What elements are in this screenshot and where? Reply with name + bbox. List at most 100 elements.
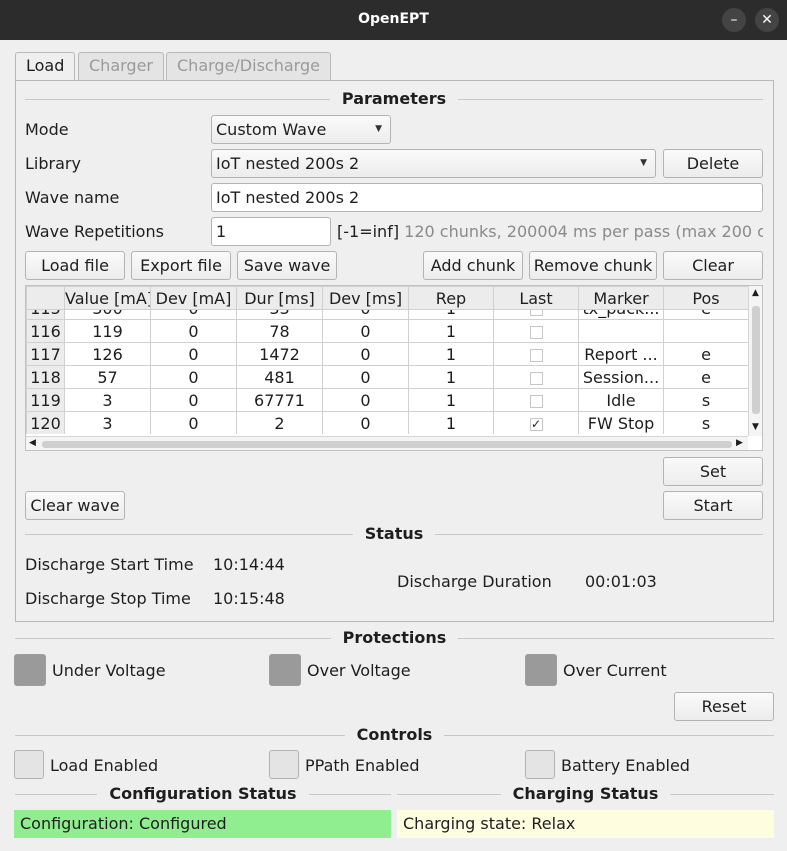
delete-button[interactable]: Delete	[663, 149, 763, 178]
rep-cell[interactable]: 1	[408, 365, 494, 389]
rep-cell[interactable]: 1	[408, 310, 494, 320]
table-row[interactable]: 120 3 0 2 0 1 ✓ FW Stop s	[26, 411, 748, 434]
library-select[interactable]: IoT nested 200s 2 ▼	[211, 149, 656, 178]
scroll-left-icon[interactable]: ◀	[29, 438, 36, 448]
column-header[interactable]: Last	[493, 286, 579, 310]
duration-cell[interactable]: 481	[236, 365, 323, 389]
column-header[interactable]: Dev [ms]	[322, 286, 409, 310]
table-row[interactable]: 116 119 0 78 0 1	[26, 319, 748, 343]
last-checkbox[interactable]	[529, 394, 543, 408]
last-cell[interactable]	[493, 388, 579, 412]
table-row[interactable]: 119 3 0 67771 0 1 Idle s	[26, 388, 748, 412]
marker-cell[interactable]: Session...	[578, 365, 664, 389]
horizontal-scrollbar[interactable]: ◀ ▶	[26, 436, 748, 450]
close-button[interactable]: ✕	[755, 8, 779, 32]
last-cell[interactable]	[493, 342, 579, 366]
duration-cell[interactable]: 33	[236, 310, 323, 320]
load-file-button[interactable]: Load file	[25, 251, 125, 280]
value-cell[interactable]: 119	[64, 319, 151, 343]
last-cell[interactable]	[493, 319, 579, 343]
marker-cell[interactable]	[578, 319, 664, 343]
dev-ma-cell[interactable]: 0	[150, 411, 237, 434]
vertical-scrollbar[interactable]: ▲ ▼	[748, 286, 762, 436]
marker-cell[interactable]: Report ...	[578, 342, 664, 366]
dev-ma-cell[interactable]: 0	[150, 388, 237, 412]
value-cell[interactable]: 3	[64, 388, 151, 412]
table-row[interactable]: 118 57 0 481 0 1 Session... e	[26, 365, 748, 389]
row-id[interactable]: 116	[26, 319, 65, 343]
minimize-button[interactable]: –	[722, 8, 746, 32]
pos-cell[interactable]: s	[663, 411, 748, 434]
scroll-down-icon[interactable]: ▼	[752, 422, 759, 432]
value-cell[interactable]: 57	[64, 365, 151, 389]
dev-ms-cell[interactable]: 0	[322, 319, 409, 343]
dev-ma-cell[interactable]: 0	[150, 310, 237, 320]
dev-ms-cell[interactable]: 0	[322, 388, 409, 412]
last-cell[interactable]	[493, 310, 579, 320]
dev-ms-cell[interactable]: 0	[322, 310, 409, 320]
column-header[interactable]: Marker	[578, 286, 664, 310]
marker-cell[interactable]: FW Stop	[578, 411, 664, 434]
table-row[interactable]: 11530003301tx_pack...e	[26, 310, 748, 320]
last-cell[interactable]: ✓	[493, 411, 579, 434]
dev-ma-cell[interactable]: 0	[150, 319, 237, 343]
dev-ma-cell[interactable]: 0	[150, 365, 237, 389]
pos-cell[interactable]: e	[663, 342, 748, 366]
load-enabled-toggle[interactable]	[14, 750, 44, 779]
last-cell[interactable]	[493, 365, 579, 389]
dev-ms-cell[interactable]: 0	[322, 342, 409, 366]
duration-cell[interactable]: 78	[236, 319, 323, 343]
scroll-right-icon[interactable]: ▶	[736, 438, 743, 448]
rep-cell[interactable]: 1	[408, 342, 494, 366]
pos-cell[interactable]: e	[663, 365, 748, 389]
column-header[interactable]: Pos	[663, 286, 749, 310]
rep-cell[interactable]: 1	[408, 319, 494, 343]
mode-select[interactable]: Custom Wave ▼	[211, 115, 391, 144]
marker-cell[interactable]: tx_pack...	[578, 310, 664, 320]
tab-load[interactable]: Load	[15, 52, 76, 81]
duration-cell[interactable]: 2	[236, 411, 323, 434]
save-wave-button[interactable]: Save wave	[237, 251, 337, 280]
clear-button[interactable]: Clear	[663, 251, 763, 280]
duration-cell[interactable]: 67771	[236, 388, 323, 412]
value-cell[interactable]: 126	[64, 342, 151, 366]
chunk-table[interactable]: Value [mA] Dev [mA] Dur [ms] Dev [ms] Re…	[25, 285, 763, 451]
duration-cell[interactable]: 1472	[236, 342, 323, 366]
row-id[interactable]: 118	[26, 365, 65, 389]
tab-charger[interactable]: Charger	[78, 52, 164, 80]
dev-ms-cell[interactable]: 0	[322, 365, 409, 389]
vertical-scroll-thumb[interactable]	[752, 306, 760, 414]
column-header[interactable]: Dev [mA]	[150, 286, 237, 310]
pos-cell[interactable]	[663, 319, 748, 343]
value-cell[interactable]: 3	[64, 411, 151, 434]
column-header[interactable]: Value [mA]	[64, 286, 151, 310]
reset-button[interactable]: Reset	[674, 692, 774, 721]
set-button[interactable]: Set	[663, 457, 763, 486]
row-id[interactable]: 120	[26, 411, 65, 434]
marker-cell[interactable]: Idle	[578, 388, 664, 412]
remove-chunk-button[interactable]: Remove chunk	[529, 251, 657, 280]
clear-wave-button[interactable]: Clear wave	[25, 491, 125, 520]
pos-cell[interactable]: e	[663, 310, 748, 320]
add-chunk-button[interactable]: Add chunk	[423, 251, 523, 280]
start-button[interactable]: Start	[663, 491, 763, 520]
row-id[interactable]: 119	[26, 388, 65, 412]
last-checkbox[interactable]	[529, 371, 543, 385]
table-row[interactable]: 117 126 0 1472 0 1 Report ... e	[26, 342, 748, 366]
horizontal-scroll-thumb[interactable]	[42, 441, 732, 448]
column-header[interactable]: Rep	[408, 286, 494, 310]
tab-charge-discharge[interactable]: Charge/Discharge	[166, 52, 331, 80]
value-cell[interactable]: 300	[64, 310, 151, 320]
ppath-enabled-toggle[interactable]	[269, 750, 299, 779]
last-checkbox[interactable]: ✓	[529, 417, 543, 431]
dev-ma-cell[interactable]: 0	[150, 342, 237, 366]
pos-cell[interactable]: s	[663, 388, 748, 412]
battery-enabled-toggle[interactable]	[525, 750, 555, 779]
export-file-button[interactable]: Export file	[131, 251, 231, 280]
last-checkbox[interactable]	[529, 310, 543, 316]
row-id[interactable]: 117	[26, 342, 65, 366]
last-checkbox[interactable]	[529, 325, 543, 339]
dev-ms-cell[interactable]: 0	[322, 411, 409, 434]
row-id[interactable]: 115	[26, 310, 65, 320]
rep-cell[interactable]: 1	[408, 388, 494, 412]
